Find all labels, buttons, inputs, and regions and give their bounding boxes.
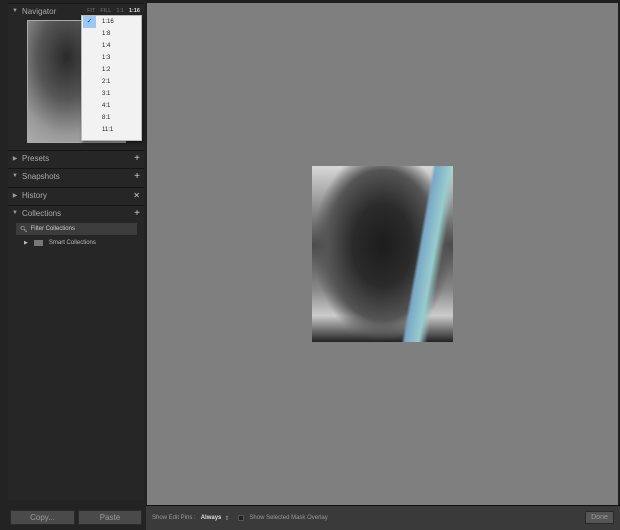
filter-placeholder: Filter Collections: [30, 226, 75, 232]
select-arrows-icon: ⇕: [224, 515, 230, 522]
zoom-option[interactable]: 2:1: [82, 76, 141, 88]
zoom-option[interactable]: 8:1: [82, 112, 141, 124]
done-button[interactable]: Done: [585, 511, 614, 524]
zoom-option[interactable]: 4:1: [82, 100, 141, 112]
expand-triangle-icon: ▼: [12, 8, 18, 14]
add-snapshot-icon[interactable]: +: [134, 171, 140, 182]
paste-button[interactable]: Paste: [78, 510, 142, 525]
zoom-option[interactable]: 11:1: [82, 124, 141, 136]
smart-collections-item[interactable]: ▶ Smart Collections: [24, 240, 96, 246]
snapshots-title: Snapshots: [22, 171, 60, 181]
mask-overlay-checkbox[interactable]: [238, 515, 245, 521]
edit-pins-select[interactable]: Always: [201, 515, 222, 521]
zoom-option[interactable]: ✓ 1:16: [82, 16, 141, 28]
clear-history-icon[interactable]: ✕: [133, 191, 140, 200]
presets-title: Presets: [22, 153, 50, 163]
add-collection-icon[interactable]: +: [134, 208, 140, 219]
search-icon: 🔍︎: [20, 226, 28, 233]
snapshots-header[interactable]: ▼ Snapshots +: [8, 168, 144, 183]
filter-collections-input[interactable]: 🔍︎ Filter Collections: [16, 223, 137, 235]
navigator-title: Navigator: [22, 6, 57, 16]
history-header[interactable]: ▶ History ✕: [8, 187, 144, 202]
zoom-option[interactable]: 1:8: [82, 28, 141, 40]
bottom-toolbar: Show Edit Pins : Always ⇕ Show Selected …: [146, 505, 620, 530]
copy-button[interactable]: Copy...: [10, 510, 75, 525]
expand-triangle-icon: ▼: [12, 210, 18, 216]
zoom-option[interactable]: 1:2: [82, 64, 141, 76]
collections-header[interactable]: ▼ Collections +: [8, 205, 144, 220]
collapsed-triangle-icon: ▶: [12, 192, 18, 199]
zoom-1-1[interactable]: 1:1: [116, 8, 124, 14]
zoom-option[interactable]: 3:1: [82, 88, 141, 100]
add-preset-icon[interactable]: +: [134, 153, 140, 164]
zoom-option-label: 1:16: [102, 19, 114, 25]
photo-preview[interactable]: [312, 166, 453, 342]
edit-pins-label: Show Edit Pins :: [152, 515, 196, 521]
zoom-dropdown: ✓ 1:16 1:8 1:4 1:3 1:2 2:1 3:1 4:1 8:1 11…: [81, 15, 142, 141]
collection-set-icon: [33, 240, 43, 246]
expand-triangle-icon: ▼: [12, 173, 18, 179]
collapsed-triangle-icon: ▶: [12, 155, 18, 162]
history-title: History: [22, 190, 47, 200]
zoom-option[interactable]: 1:4: [82, 40, 141, 52]
zoom-fill[interactable]: FILL: [100, 8, 111, 14]
zoom-select[interactable]: 1:16: [129, 8, 140, 14]
zoom-option[interactable]: 1:3: [82, 52, 141, 64]
presets-header[interactable]: ▶ Presets +: [8, 150, 144, 165]
mask-overlay-label: Show Selected Mask Overlay: [249, 515, 328, 521]
zoom-fit[interactable]: FIT: [87, 8, 95, 14]
collapsed-triangle-icon: ▶: [24, 240, 28, 246]
collections-title: Collections: [22, 208, 62, 218]
check-icon: ✓: [83, 16, 96, 28]
smart-collections-label: Smart Collections: [48, 240, 96, 246]
